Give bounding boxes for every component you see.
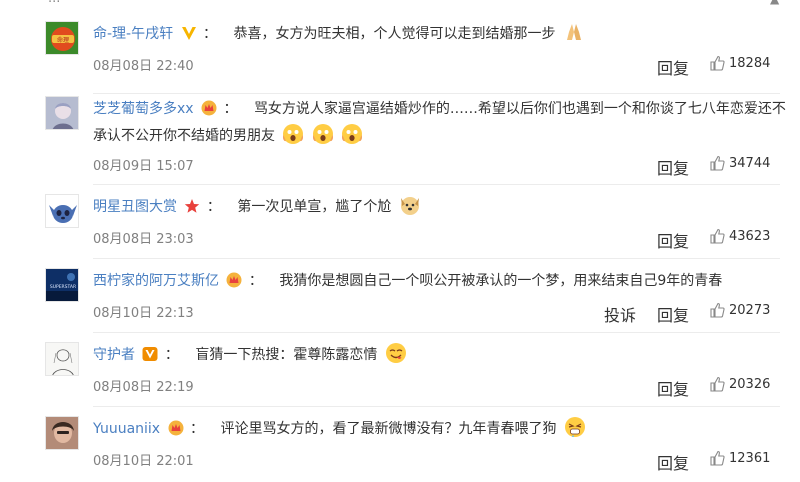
comment-date: 08月09日 15:07 [93,159,194,174]
thumb-up-icon [710,55,725,71]
username[interactable]: Yuuuaniix [93,421,160,437]
username[interactable]: 明星丑图大赏 [93,199,177,215]
comment-text: 第一次见单宣，尴了个尬 [237,199,392,215]
crown-icon [168,420,184,436]
dog-face-icon [400,197,419,215]
comment-text: 恭喜，女方为旺夫相，个人觉得可以走到结婚那一步 [233,26,556,42]
like-count: 34744 [729,155,771,171]
username[interactable]: 西柠家的阿万艾斯亿 [93,273,219,289]
comment-text: 我猜你是想圆自己一个呗公开被承认的一个梦，用来结束自己9年的青春 [279,273,723,289]
thumb-up-icon [710,302,725,318]
divider [93,184,780,185]
like-button[interactable]: 20326 [709,376,770,392]
thumb-up-icon [710,450,725,466]
report-button[interactable]: 投诉 [604,302,636,326]
reply-button[interactable]: 回复 [657,376,689,400]
colon: ： [223,101,238,117]
colon: ： [190,421,204,437]
thumb-up-icon [710,228,725,244]
reply-button[interactable]: 回复 [657,228,689,252]
comment-line: 西柠家的阿万艾斯亿 ： 我猜你是想圆自己一个呗公开被承认的一个梦，用来结束自己9… [93,268,783,295]
comment-list: 命理 命-理-午戌轩 ： 恭喜，女方为旺夫相，个人觉得可以走到结婚那一步 08月… [0,0,800,482]
comment-line: 命-理-午戌轩 ： 恭喜，女方为旺夫相，个人觉得可以走到结婚那一步 [93,21,783,48]
comment-line: 守护者 ： 盲猜一下热搜：霍尊陈露恋情 [93,342,783,369]
v-box-icon [142,347,158,361]
comment-line: Yuuuaniix ： 评论里骂女方的，看了最新微博没有？九年青春喂了狗 [93,416,783,443]
username[interactable]: 守护者 [93,347,135,363]
colon: ： [164,347,179,363]
avatar-superstar-icon: SUPERSTAR [46,269,78,301]
avatar[interactable] [45,96,79,130]
comment-date: 08月08日 22:40 [93,59,194,74]
avatar-stitch-icon [46,195,78,227]
svg-text:SUPERSTAR: SUPERSTAR [50,284,76,290]
divider [93,258,780,259]
comment-date: 08月10日 22:13 [93,306,194,321]
avatar-sketch-icon [46,343,78,375]
like-button[interactable]: 20273 [709,302,770,318]
shocked-face-icon [312,124,333,144]
avatar[interactable] [45,416,79,450]
shocked-face-icon [342,124,363,144]
comment-date: 08月08日 23:03 [93,232,194,247]
shocked-face-icon [283,124,304,144]
comment-line: 明星丑图大赏 ： 第一次见单宣，尴了个尬 [93,194,783,221]
comment-text: 盲猜一下热搜：霍尊陈露恋情 [195,347,378,363]
pray-icon [566,24,581,40]
yummy-face-icon [385,343,406,363]
like-button[interactable]: 12361 [709,450,770,466]
avatar[interactable] [45,342,79,376]
comment-item: 命理 命-理-午戌轩 ： 恭喜，女方为旺夫相，个人觉得可以走到结婚那一步 08月… [0,21,800,96]
avatar[interactable]: SUPERSTAR [45,268,79,302]
avatar-orange-logo-icon: 命理 [46,22,78,54]
comment-item: SUPERSTAR 西柠家的阿万艾斯亿 ： 我猜你是想圆自己一个呗公开被承认的一… [0,268,800,342]
avatar[interactable] [45,194,79,228]
reply-button[interactable]: 回复 [657,155,689,179]
like-count: 20273 [729,302,771,318]
comment-item: Yuuuaniix ： 评论里骂女方的，看了最新微博没有？九年青春喂了狗 08月… [0,416,800,482]
comment-date: 08月10日 22:01 [93,454,194,469]
comment-line-continued: 承认不公开你不结婚的男朋友 [93,123,783,150]
like-button[interactable]: 18284 [709,55,770,71]
divider [93,93,780,94]
colon: ： [206,199,221,215]
colon: ： [203,26,218,42]
reply-button[interactable]: 回复 [657,302,689,326]
avatar-anime-icon [46,97,78,129]
avatar[interactable]: 命理 [45,21,79,55]
like-count: 20326 [729,376,771,392]
reply-button[interactable]: 回复 [657,55,689,79]
like-count: 12361 [729,450,771,466]
comment-item: 守护者 ： 盲猜一下热搜：霍尊陈露恋情 08月08日 22:19 回复 2032… [0,342,800,416]
comment-line: 芝芝葡萄多多xx ： 骂女方说人家逼宫逼结婚炒作的……希望以后你们也遇到一个和你… [93,96,786,123]
comment-text: 评论里骂女方的，看了最新微博没有？九年青春喂了狗 [220,421,557,437]
comment-text-continued: 承认不公开你不结婚的男朋友 [93,128,275,144]
like-count: 43623 [729,228,771,244]
comment-item: 明星丑图大赏 ： 第一次见单宣，尴了个尬 08月08日 23:03 回复 436… [0,194,800,268]
crown-icon [226,272,242,288]
username[interactable]: 芝芝葡萄多多xx [93,101,194,117]
thumb-up-icon [710,155,725,171]
drool-face-icon [564,417,585,437]
like-button[interactable]: 34744 [709,155,770,171]
avatar-photo-icon [46,417,78,449]
svg-text:命理: 命理 [57,36,69,44]
comment-text: 骂女方说人家逼宫逼结婚炒作的……希望以后你们也遇到一个和你谈了七八年恋爱还不 [253,101,786,117]
divider [93,406,780,407]
crown-icon [201,100,217,116]
v-orange-icon [181,27,196,40]
divider [93,332,780,333]
like-button[interactable]: 43623 [709,228,770,244]
reply-button[interactable]: 回复 [657,450,689,474]
username[interactable]: 命-理-午戌轩 [93,26,173,42]
comment-date: 08月08日 22:19 [93,380,194,395]
colon: ： [248,273,263,289]
thumb-up-icon [710,376,725,392]
like-count: 18284 [729,55,771,71]
star-icon [185,199,200,213]
comment-item: 芝芝葡萄多多xx ： 骂女方说人家逼宫逼结婚炒作的……希望以后你们也遇到一个和你… [0,96,800,186]
